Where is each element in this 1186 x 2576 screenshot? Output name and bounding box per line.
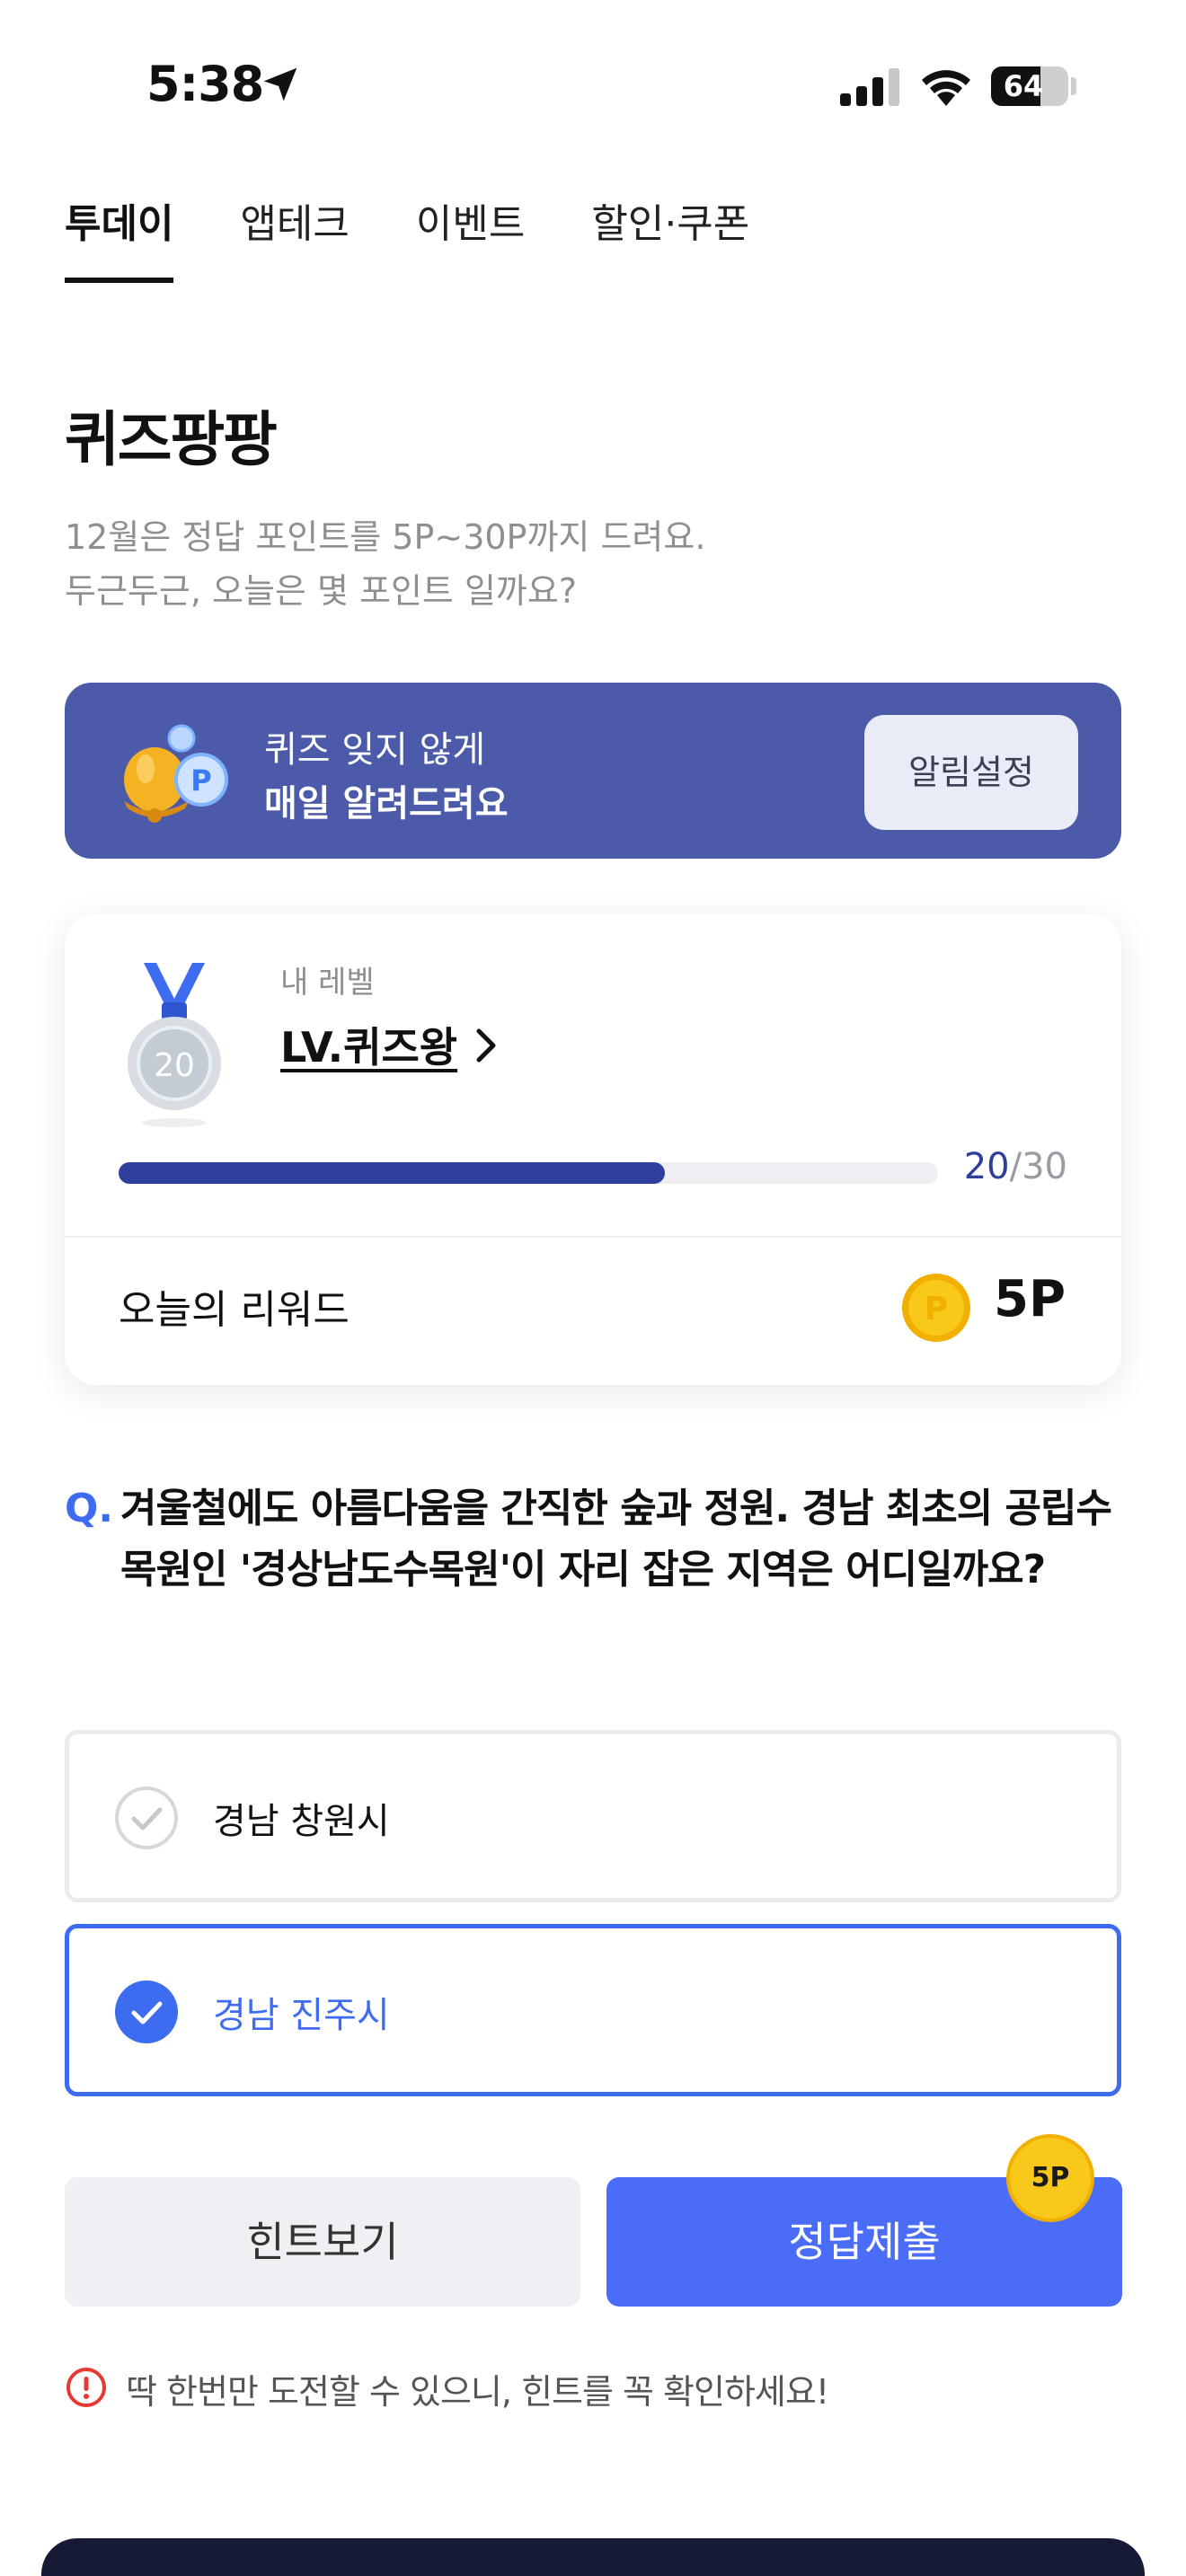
warning-text: 딱 한번만 도전할 수 있으니, 힌트를 꼭 확인하세요!	[126, 2372, 829, 2412]
cellular-signal-icon	[840, 68, 899, 106]
status-bar: 5:38 64	[0, 0, 1186, 162]
notification-banner: P 퀴즈 잊지 않게 매일 알려드려요 알림설정	[65, 683, 1121, 859]
level-card: 20 내 레벨 LV.퀴즈왕 20/30 오늘의 리워드 P 5P	[65, 914, 1121, 1385]
card-divider	[65, 1236, 1121, 1238]
tab-bar: 투데이 앱테크 이벤트 할인·쿠폰	[65, 189, 749, 283]
bell-icon: P	[124, 724, 228, 823]
progress-total: /30	[1009, 1146, 1067, 1187]
question-prefix: Q.	[65, 1486, 114, 1531]
level-progress-bar	[119, 1162, 938, 1184]
checked-circle-icon	[115, 1981, 178, 2043]
reward-value: 5P	[993, 1270, 1066, 1328]
unchecked-circle-icon	[115, 1786, 178, 1849]
question-text: 겨울철에도 아름다움을 간직한 숲과 정원. 경남 최초의 공립수목원인 '경상…	[120, 1486, 1112, 1592]
svg-text:P: P	[925, 1291, 948, 1328]
page-title: 퀴즈팡팡	[65, 405, 278, 474]
tab-apptech[interactable]: 앱테크	[240, 189, 349, 283]
battery-icon: 64	[991, 66, 1068, 106]
status-time: 5:38	[146, 56, 264, 112]
level-name-link[interactable]: LV.퀴즈왕	[280, 1015, 457, 1074]
reward-label: 오늘의 리워드	[119, 1287, 350, 1333]
warning-icon	[66, 2368, 106, 2407]
points-badge: 5P	[1006, 2134, 1094, 2222]
battery-level: 64	[1003, 69, 1044, 103]
answer-option-2[interactable]: 경남 진주시	[65, 1924, 1121, 2096]
level-progress-fill	[119, 1162, 666, 1184]
level-progress-text: 20/30	[964, 1146, 1067, 1187]
subtitle-line-2: 두근두근, 오늘은 몇 포인트 일까요?	[65, 571, 578, 611]
svg-text:P: P	[190, 763, 211, 798]
location-arrow-icon	[263, 67, 297, 101]
medal-number: 20	[154, 1047, 195, 1084]
bottom-banner	[41, 2538, 1145, 2576]
subtitle-line-1: 12월은 정답 포인트를 5P~30P까지 드려요.	[65, 517, 706, 557]
notification-settings-button[interactable]: 알림설정	[864, 715, 1078, 830]
hint-button[interactable]: 힌트보기	[65, 2177, 580, 2307]
tab-event[interactable]: 이벤트	[416, 189, 525, 283]
answer-option-1[interactable]: 경남 창원시	[65, 1730, 1121, 1902]
tab-discount-coupon[interactable]: 할인·쿠폰	[591, 189, 749, 283]
answer-option-label: 경남 창원시	[213, 1801, 390, 1842]
progress-current: 20	[963, 1146, 1010, 1187]
banner-text-line-2: 매일 알려드려요	[264, 783, 509, 825]
page-subtitle: 12월은 정답 포인트를 5P~30P까지 드려요. 두근두근, 오늘은 몇 포…	[65, 510, 705, 618]
wifi-icon	[922, 70, 970, 106]
tab-today[interactable]: 투데이	[65, 189, 174, 283]
battery-cap	[1071, 77, 1076, 95]
level-caption: 내 레벨	[280, 965, 375, 1001]
coin-icon: P	[902, 1274, 970, 1342]
answer-option-label: 경남 진주시	[213, 1995, 390, 2036]
medal-icon: 20	[128, 963, 221, 1127]
chevron-right-icon[interactable]	[474, 1026, 500, 1065]
banner-text-line-1: 퀴즈 잊지 않게	[264, 729, 486, 771]
